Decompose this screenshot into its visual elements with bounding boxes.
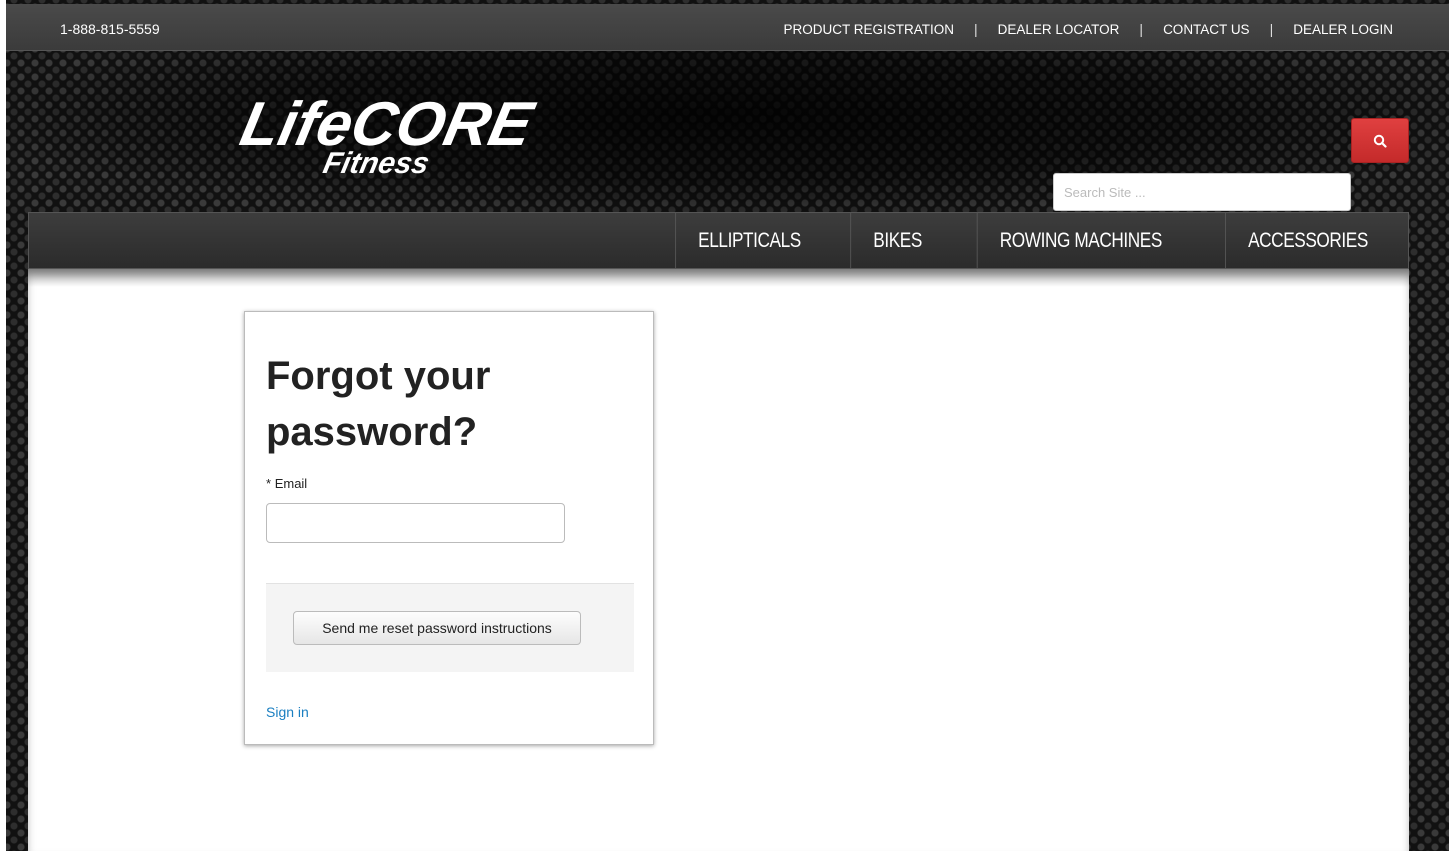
nav-item-label: ACCESSORIES [1247,228,1368,252]
required-mark: * [266,476,272,491]
nav-item-ellipticals[interactable]: ELLIPTICALS [675,213,824,268]
product-registration-link[interactable]: PRODUCT REGISTRATION [783,22,954,37]
nav-item-accessories[interactable]: ACCESSORIES [1224,213,1390,268]
sign-in-link[interactable]: Sign in [266,704,309,720]
top-link-separator: | [1269,21,1274,37]
logo-sub-text: Fitness [320,147,432,177]
nav-item-label: ROWING MACHINES [999,228,1163,252]
email-label: * Email [266,476,307,491]
form-actions: Send me reset password instructions [266,583,634,672]
main-content: Forgot your password? * Email Send me re… [28,269,1409,851]
contact-us-link[interactable]: CONTACT US [1163,22,1250,37]
email-label-text: Email [274,476,308,491]
top-links: PRODUCT REGISTRATION | DEALER LOCATOR | … [783,21,1393,37]
site-header: LifeCORE Fitness [6,51,1449,213]
nav-item-rowing-machines[interactable]: ROWING MACHINES [976,213,1184,268]
top-link-separator: | [973,21,978,37]
top-link-separator: | [1139,21,1144,37]
dealer-login-link[interactable]: DEALER LOGIN [1293,22,1393,37]
search-button[interactable] [1351,118,1409,163]
nav-item-bikes[interactable]: BIKES [849,213,944,268]
page-title: Forgot your password? [266,354,491,454]
lifecore-logo[interactable]: LifeCORE Fitness [220,87,610,177]
nav-item-label: ELLIPTICALS [698,228,802,252]
content-top-shadow [28,269,1409,287]
email-field[interactable] [266,503,565,543]
forgot-password-card: Forgot your password? * Email Send me re… [244,311,654,745]
nav-item-label: BIKES [872,228,922,252]
main-nav: ELLIPTICALS BIKES ROWING MACHINES ACCESS… [28,212,1409,269]
send-reset-instructions-button[interactable]: Send me reset password instructions [293,611,581,645]
dealer-locator-link[interactable]: DEALER LOCATOR [998,22,1120,37]
search-icon [1373,134,1387,148]
phone-number: 1-888-815-5559 [60,21,160,37]
top-bar: 1-888-815-5559 PRODUCT REGISTRATION | DE… [6,4,1449,51]
search-input[interactable] [1053,173,1351,211]
